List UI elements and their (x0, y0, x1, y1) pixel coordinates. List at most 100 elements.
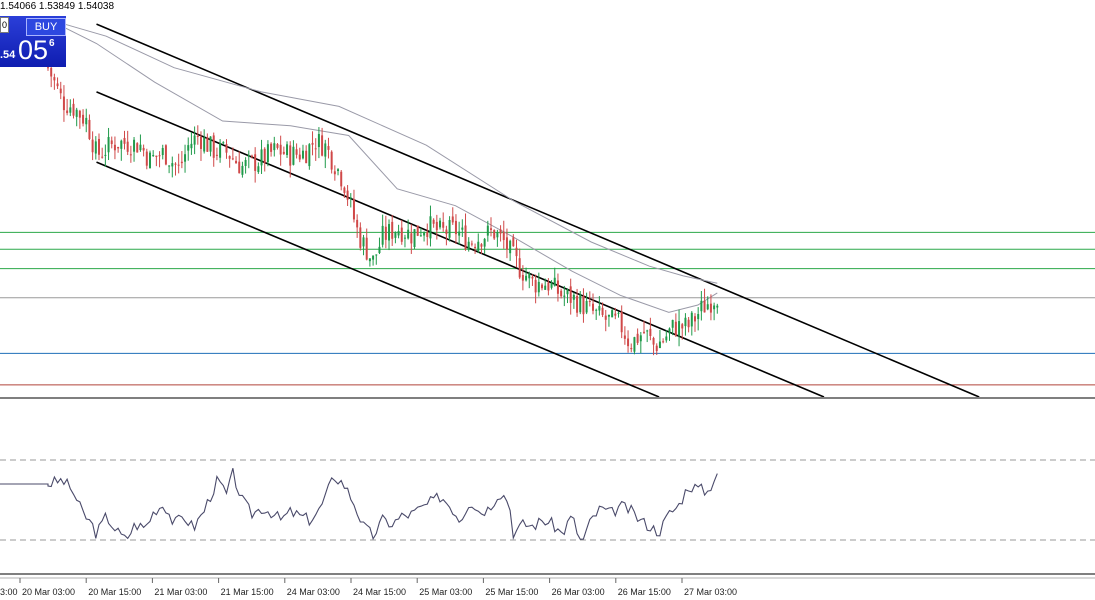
candlestick (340, 170, 343, 191)
candle-body (639, 335, 642, 342)
candle-body (356, 219, 359, 228)
candlestick (375, 254, 378, 265)
candle-body (403, 237, 406, 239)
candle-body (531, 276, 534, 279)
candlestick (496, 229, 499, 247)
candle-body (429, 216, 432, 239)
ohlc-readout: 1.54066 1.53849 1.54038 (0, 1, 114, 12)
candle-body (94, 141, 97, 154)
candle-body (314, 148, 317, 150)
candle-body (697, 314, 700, 320)
candle-body (636, 333, 639, 343)
candlestick (490, 217, 493, 237)
candlestick (270, 142, 273, 157)
candle-body (681, 324, 684, 329)
candlestick (101, 147, 104, 159)
candlestick (209, 136, 212, 157)
candle-body (161, 148, 164, 156)
candlestick (537, 272, 540, 297)
candlestick (177, 153, 180, 174)
candlestick (391, 214, 394, 246)
candle-body (321, 135, 324, 156)
candle-body (432, 219, 435, 224)
candle-body (601, 307, 604, 315)
candlestick (301, 144, 304, 160)
candlestick (477, 233, 480, 253)
candle-body (222, 142, 225, 144)
candlestick (104, 144, 107, 167)
candle-body (461, 227, 464, 230)
channel-line[interactable] (96, 23, 980, 398)
candlestick (113, 136, 116, 160)
candle-body (445, 229, 448, 235)
rsi-indicator (0, 459, 1095, 541)
candle-body (286, 144, 289, 155)
channel-line[interactable] (96, 161, 660, 398)
candle-body (693, 316, 696, 322)
candle-body (164, 145, 167, 165)
candle-body (308, 144, 311, 167)
candle-body (101, 156, 104, 158)
candle-body (53, 77, 56, 81)
candle-body (448, 219, 451, 238)
candle-body (298, 154, 301, 160)
candlestick (684, 313, 687, 336)
candle-body (209, 136, 212, 152)
candle-body (544, 285, 547, 290)
candle-body (142, 147, 145, 151)
time-tick-label: 3:00 (0, 587, 18, 597)
candle-body (295, 149, 298, 155)
candlestick (161, 144, 164, 160)
candlestick (652, 336, 655, 356)
candlestick (716, 303, 719, 314)
candle-body (276, 144, 279, 148)
candlestick (286, 141, 289, 158)
candlestick (592, 293, 595, 315)
candlestick (662, 338, 665, 344)
candlestick (553, 267, 556, 287)
candlestick (709, 294, 712, 321)
candlestick (595, 308, 598, 320)
candlestick (461, 219, 464, 237)
candlestick (266, 140, 269, 167)
candlestick (120, 139, 123, 161)
lot-size-field[interactable]: 0 (0, 17, 9, 33)
candle-body (66, 110, 69, 114)
horizontal-levels (0, 231, 1095, 386)
one-click-buy-panel[interactable]: BUY .54 05 6 (0, 16, 66, 67)
candlestick (126, 130, 129, 156)
candlestick (630, 343, 633, 353)
buy-price-pip: 6 (49, 38, 55, 49)
candlestick (362, 234, 365, 256)
candlestick (133, 136, 136, 162)
channel-line[interactable] (96, 91, 825, 398)
candle-body (642, 331, 645, 333)
candle-body (305, 150, 308, 164)
candlestick (56, 77, 59, 90)
candle-body (365, 237, 368, 260)
candle-body (467, 241, 470, 250)
candle-body (126, 141, 129, 152)
price-chart[interactable]: 3:00 20 Mar 03:00 20 Mar 15:00 21 Mar 03:00… (0, 0, 1095, 600)
candle-body (534, 279, 537, 293)
candle-body (499, 229, 502, 234)
candle-body (352, 199, 355, 220)
candlestick (445, 225, 448, 246)
candlesticks (47, 65, 719, 356)
candle-body (215, 154, 218, 156)
indicator-pane-bottom-border[interactable] (0, 573, 1095, 575)
candlestick (509, 239, 512, 261)
time-axis: 3:00 20 Mar 03:00 20 Mar 15:00 21 Mar 03:00… (0, 578, 737, 597)
candlestick (531, 274, 534, 286)
candlestick (50, 66, 53, 88)
candle-body (604, 315, 607, 320)
time-tick-label: 24 Mar 15:00 (353, 587, 406, 597)
candle-body (301, 150, 304, 159)
candle-body (477, 241, 480, 251)
candlestick (713, 302, 716, 321)
candlestick (66, 98, 69, 116)
candle-body (569, 286, 572, 303)
candlestick (190, 132, 193, 155)
candle-body (665, 336, 668, 341)
candlestick (330, 150, 333, 174)
